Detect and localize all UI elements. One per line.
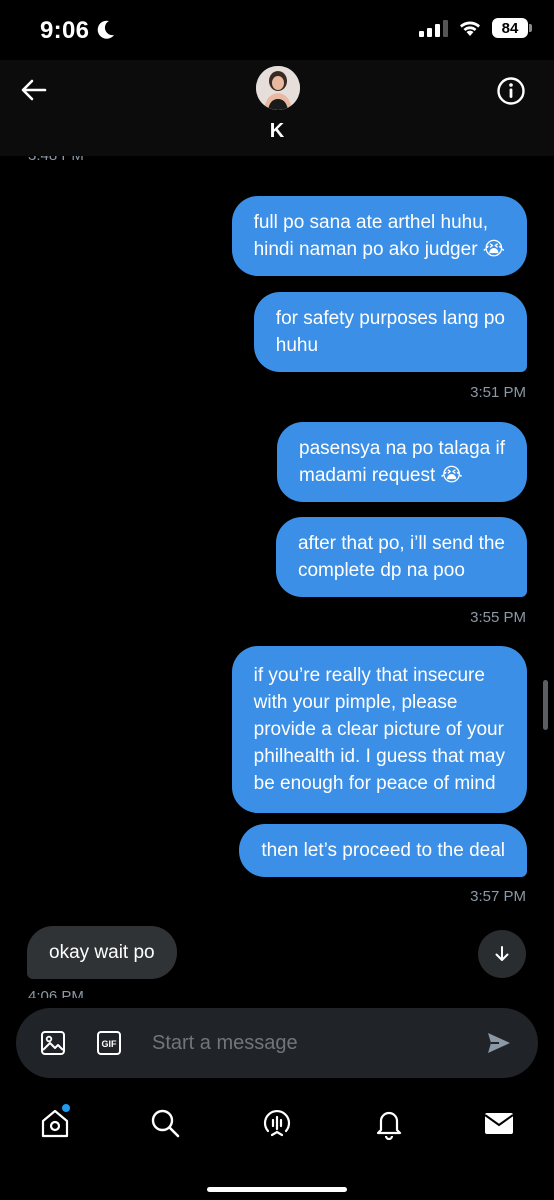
message-line: provide a clear picture of your [253,719,504,740]
bottom-tab-bar [0,1090,554,1200]
image-icon[interactable] [40,1030,66,1056]
message-bubble-sent[interactable]: for safety purposes lang po huhu [253,292,527,372]
conversation-header: K [0,60,554,156]
spaces-icon[interactable] [260,1106,294,1140]
notifications-icon[interactable] [372,1106,406,1140]
arrow-down-icon [495,946,509,961]
avatar[interactable] [256,66,300,110]
scrollbar[interactable] [543,680,548,730]
message-bubble-received[interactable]: okay wait po [27,926,177,979]
send-icon[interactable] [486,1030,512,1056]
info-icon[interactable] [496,76,526,106]
battery-level: 84 [501,19,519,37]
message-composer: GIF [16,1008,538,1078]
message-timestamp: 3:55 PM [470,609,526,626]
wifi-icon [460,21,480,36]
message-line: huhu [275,335,319,356]
home-badge [62,1104,70,1112]
message-line: full po sana ate arthel huhu, [253,212,489,233]
message-line: madami request 😭 [299,465,463,486]
scroll-to-bottom-button[interactable] [478,930,526,978]
message-line: okay wait po [49,942,155,963]
status-indicators: 84 [419,18,532,38]
search-icon[interactable] [148,1106,182,1140]
message-bubble-sent[interactable]: pasensya na po talaga if madami request … [277,422,527,502]
moon-icon [97,20,114,39]
message-line: hindi naman po ako judger 😭 [253,239,505,260]
message-line: pasensya na po talaga if [299,438,505,459]
message-bubble-sent[interactable]: full po sana ate arthel huhu, hindi nama… [231,196,527,276]
status-time: 9:06 [40,17,90,44]
message-line: then let’s proceed to the deal [261,840,505,861]
message-bubble-sent[interactable]: then let’s proceed to the deal [239,824,527,877]
message-line: complete dp na poo [297,560,465,581]
gif-icon[interactable]: GIF [96,1030,122,1056]
message-line: after that po, i’ll send the [297,533,505,554]
battery-icon: 84 [492,18,532,38]
messages-icon[interactable] [482,1106,516,1140]
message-thread[interactable]: 3:48 PM full po sana ate arthel huhu, hi… [0,156,554,998]
status-bar: 9:06 84 [0,0,554,60]
message-line: for safety purposes lang po [275,308,505,329]
message-timestamp: 3:48 PM [28,156,84,164]
message-bubble-sent[interactable]: if you’re really that insecure with your… [231,646,527,813]
message-bubble-sent[interactable]: after that po, i’ll send the complete dp… [275,517,527,597]
back-arrow-icon[interactable] [18,74,50,106]
svg-text:GIF: GIF [102,1039,118,1049]
home-indicator [207,1187,347,1192]
avatar-image [256,66,300,110]
message-line: if you’re really that insecure [253,665,485,686]
message-line: be enough for peace of mind [253,773,496,794]
contact-name[interactable]: K [0,120,554,143]
message-line: with your pimple, please [253,692,458,713]
message-timestamp: 3:57 PM [470,888,526,905]
signal-icon [419,19,448,37]
message-line: philhealth id. I guess that may [253,746,505,767]
message-input[interactable] [152,1030,452,1056]
message-timestamp: 3:51 PM [470,384,526,401]
message-timestamp: 4:06 PM [28,988,84,998]
